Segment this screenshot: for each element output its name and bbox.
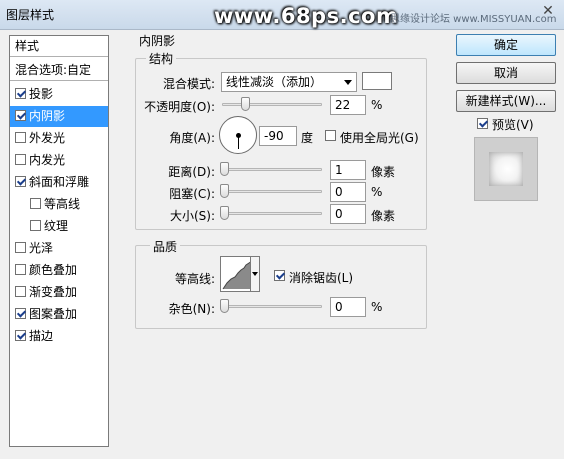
style-item-label: 等高线	[44, 197, 81, 211]
style-item-checkbox[interactable]	[30, 220, 41, 231]
style-item-checkbox[interactable]	[15, 308, 26, 319]
style-item-checkbox[interactable]	[15, 286, 26, 297]
style-item-6[interactable]: 等高线	[10, 194, 108, 215]
style-item-checkbox[interactable]	[15, 242, 26, 253]
opacity-unit: %	[371, 98, 383, 112]
distance-label: 距离(D):	[168, 165, 215, 179]
style-item-checkbox[interactable]	[15, 132, 26, 143]
watermark-logo: www.68ps.com	[214, 4, 399, 28]
shadow-color-swatch[interactable]	[362, 72, 392, 90]
ok-button[interactable]: 确定	[456, 34, 556, 56]
style-item-checkbox[interactable]	[15, 264, 26, 275]
style-item-11[interactable]: 图案叠加	[10, 304, 108, 325]
distance-input[interactable]: 1	[330, 160, 366, 180]
distance-unit: 像素	[371, 165, 396, 179]
style-item-4[interactable]: 内发光	[10, 150, 108, 171]
size-label: 大小(S):	[169, 209, 215, 223]
style-list: 样式 混合选项:自定 投影内阴影外发光内发光斜面和浮雕等高线纹理光泽颜色叠加渐变…	[9, 35, 109, 447]
blend-mode-select[interactable]: 线性减淡（添加）	[221, 72, 357, 92]
style-preview-swatch	[489, 152, 523, 186]
choke-unit: %	[371, 185, 383, 199]
choke-slider-thumb[interactable]	[220, 184, 229, 198]
style-item-label: 内阴影	[29, 109, 66, 123]
style-item-label: 渐变叠加	[29, 285, 78, 299]
angle-dial[interactable]	[219, 116, 257, 154]
style-item-12[interactable]: 描边	[10, 326, 108, 347]
choke-label: 阻塞(C):	[169, 187, 215, 201]
style-item-5[interactable]: 斜面和浮雕	[10, 172, 108, 193]
noise-slider-thumb[interactable]	[220, 299, 229, 313]
distance-slider-track[interactable]	[222, 168, 322, 171]
anti-alias-checkbox[interactable]	[274, 270, 285, 281]
style-item-label: 投影	[29, 87, 54, 101]
size-slider-track[interactable]	[222, 212, 322, 215]
angle-label: 角度(A):	[169, 131, 215, 145]
style-item-label: 颜色叠加	[29, 263, 78, 277]
style-item-label: 纹理	[44, 219, 69, 233]
opacity-slider-thumb[interactable]	[241, 97, 251, 111]
style-item-checkbox[interactable]	[15, 330, 26, 341]
style-item-checkbox[interactable]	[15, 176, 26, 187]
noise-unit: %	[371, 300, 383, 314]
style-item-label: 光泽	[29, 241, 54, 255]
size-slider-thumb[interactable]	[220, 206, 229, 220]
size-input[interactable]: 0	[330, 204, 366, 224]
anti-alias-label: 消除锯齿(L)	[289, 271, 354, 285]
new-style-button[interactable]: 新建样式(W)...	[456, 90, 556, 112]
style-item-10[interactable]: 渐变叠加	[10, 282, 108, 303]
close-button[interactable]: ✕	[536, 2, 560, 20]
style-item-label: 描边	[29, 329, 54, 343]
distance-slider-thumb[interactable]	[220, 162, 229, 176]
style-item-label: 斜面和浮雕	[29, 175, 90, 189]
window-title: 图层样式	[6, 8, 55, 22]
blend-mode-label: 混合模式:	[162, 77, 215, 91]
opacity-slider-track[interactable]	[222, 103, 322, 106]
quality-label: 品质	[150, 238, 181, 255]
style-item-1[interactable]: 投影	[10, 84, 108, 105]
style-item-label: 图案叠加	[29, 307, 78, 321]
watermark-text: 思缘设计论坛 www.MISSYUAN.com	[390, 14, 557, 25]
cancel-button[interactable]: 取消	[456, 62, 556, 84]
opacity-label: 不透明度(O):	[144, 100, 215, 114]
style-item-label: 外发光	[29, 131, 66, 145]
angle-input[interactable]: -90	[259, 126, 297, 146]
global-light-checkbox[interactable]	[325, 130, 336, 141]
blend-options-item[interactable]: 混合选项:自定	[10, 60, 108, 81]
style-item-checkbox[interactable]	[15, 88, 26, 99]
angle-unit: 度	[301, 131, 314, 145]
opacity-input[interactable]: 22	[330, 95, 366, 115]
choke-slider-track[interactable]	[222, 190, 322, 193]
noise-input[interactable]: 0	[330, 297, 366, 317]
global-light-label: 使用全局光(G)	[340, 131, 419, 145]
size-unit: 像素	[371, 209, 396, 223]
chevron-down-icon	[344, 80, 352, 85]
style-item-label: 内发光	[29, 153, 66, 167]
style-item-9[interactable]: 颜色叠加	[10, 260, 108, 281]
choke-input[interactable]: 0	[330, 182, 366, 202]
title-bar: 图层样式 www.68ps.com 思缘设计论坛 www.MISSYUAN.co…	[0, 0, 564, 30]
style-list-header[interactable]: 样式	[10, 36, 108, 57]
style-item-checkbox[interactable]	[30, 198, 41, 209]
preview-label: 预览(V)	[492, 118, 534, 132]
panel-title: 内阴影	[139, 34, 176, 48]
blend-mode-value: 线性减淡（添加）	[226, 75, 323, 89]
angle-dial-center	[236, 133, 241, 138]
contour-dropdown[interactable]	[250, 256, 260, 292]
style-item-checkbox[interactable]	[15, 154, 26, 165]
style-item-checkbox[interactable]	[15, 110, 26, 121]
chevron-down-icon	[252, 272, 258, 276]
style-item-3[interactable]: 外发光	[10, 128, 108, 149]
style-item-2[interactable]: 内阴影	[10, 106, 108, 127]
noise-slider-track[interactable]	[222, 305, 322, 308]
style-item-7[interactable]: 纹理	[10, 216, 108, 237]
style-preview-thumbnail	[474, 137, 538, 201]
noise-label: 杂色(N):	[168, 302, 215, 316]
preview-checkbox[interactable]	[477, 118, 488, 129]
style-item-8[interactable]: 光泽	[10, 238, 108, 259]
structure-label: 结构	[146, 50, 177, 67]
contour-label: 等高线:	[174, 272, 215, 286]
